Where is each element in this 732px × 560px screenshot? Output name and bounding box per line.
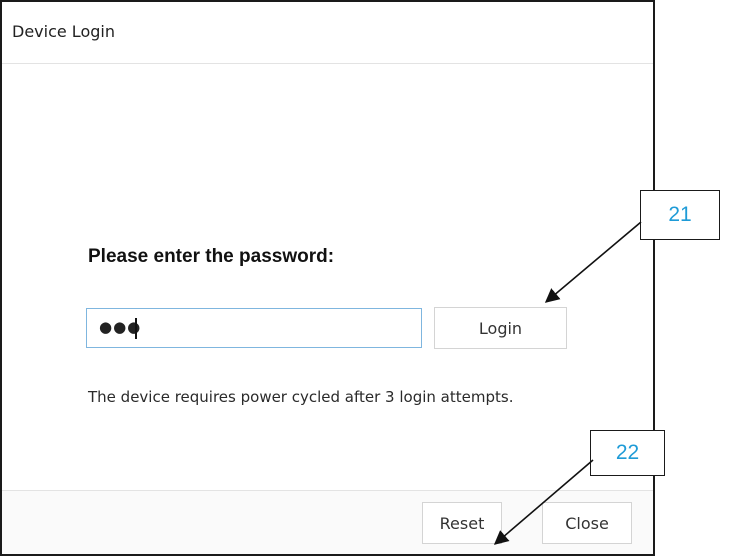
callout-login: 21 [640, 190, 720, 240]
dialog-footer: Reset Close [2, 490, 653, 554]
window-title: Device Login [12, 22, 115, 41]
close-button[interactable]: Close [542, 502, 632, 544]
login-button[interactable]: Login [434, 307, 567, 349]
title-bar: Device Login [2, 2, 653, 64]
reset-button[interactable]: Reset [422, 502, 502, 544]
login-attempts-hint: The device requires power cycled after 3… [88, 388, 514, 406]
password-input[interactable]: ●●● [86, 308, 422, 348]
text-caret [135, 318, 137, 339]
stage: Device Login Please enter the password: … [0, 0, 732, 560]
callout-reset: 22 [590, 430, 665, 476]
device-login-dialog: Device Login Please enter the password: … [0, 0, 655, 556]
password-prompt: Please enter the password: [88, 246, 335, 267]
